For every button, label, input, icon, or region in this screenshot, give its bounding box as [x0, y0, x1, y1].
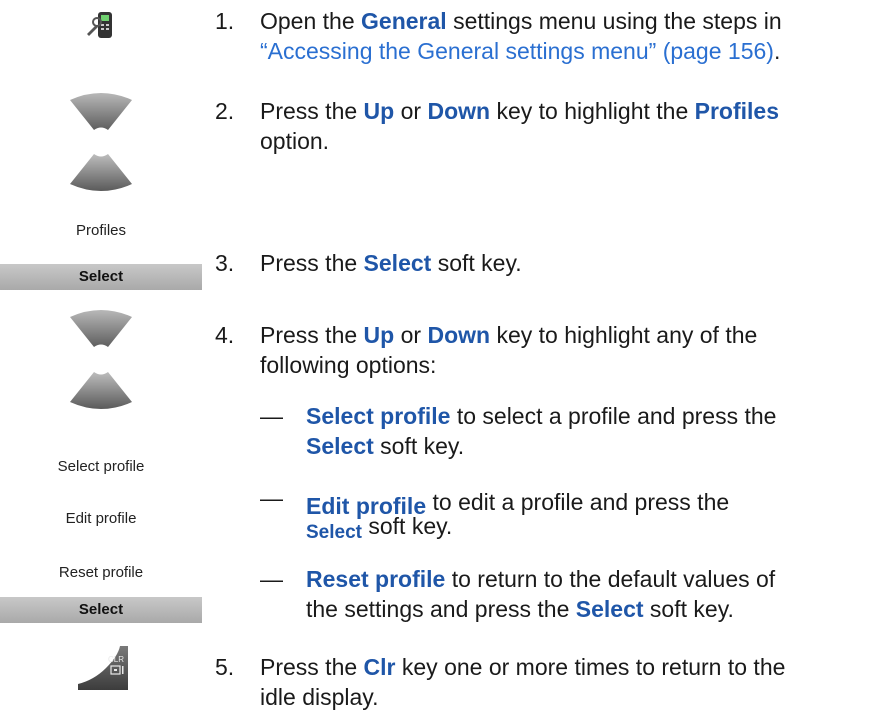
clr-key-label: CLR — [108, 655, 124, 664]
step-4-text: Press the Up or Down key to highlight an… — [260, 322, 758, 378]
step-number: 4. — [215, 322, 235, 348]
bullet-dash: — — [260, 566, 283, 592]
nav-down-key-icon — [70, 372, 132, 409]
select-softkey[interactable]: Select — [0, 264, 202, 290]
step-5-text: Press the Clr key one or more times to r… — [260, 654, 786, 710]
select-profile-label: Select profile — [57, 458, 145, 475]
edit-profile-label: Edit profile — [65, 510, 137, 527]
step-number: 5. — [215, 654, 235, 680]
step-3-text: Press the Select soft key. — [260, 250, 522, 276]
profiles-label: Profiles — [75, 222, 127, 239]
bullet-dash: — — [260, 485, 283, 511]
step-1-text: Open the General settings menu using the… — [260, 8, 782, 64]
accessing-general-settings-link[interactable]: “Accessing the General settings menu” (p… — [260, 38, 774, 64]
clr-key-icon: CLR — [78, 646, 128, 690]
step-number: 2. — [215, 98, 235, 124]
edit-profile-option: Edit profile to edit a profile and press… — [306, 489, 730, 543]
reset-profile-option: Reset profile to return to the default v… — [306, 566, 776, 622]
step-number: 1. — [215, 8, 235, 34]
bullet-dash: — — [260, 403, 283, 429]
step-number: 3. — [215, 250, 235, 276]
settings-phone-icon — [87, 12, 112, 38]
reset-profile-label: Reset profile — [58, 564, 144, 581]
nav-up-key-icon — [70, 93, 132, 130]
step-2-text: Press the Up or Down key to highlight th… — [260, 98, 780, 154]
select-softkey[interactable]: Select — [0, 597, 202, 623]
select-profile-option: Select profile to select a profile and p… — [306, 403, 777, 459]
nav-down-key-icon — [70, 154, 132, 191]
nav-up-key-icon — [70, 310, 132, 347]
